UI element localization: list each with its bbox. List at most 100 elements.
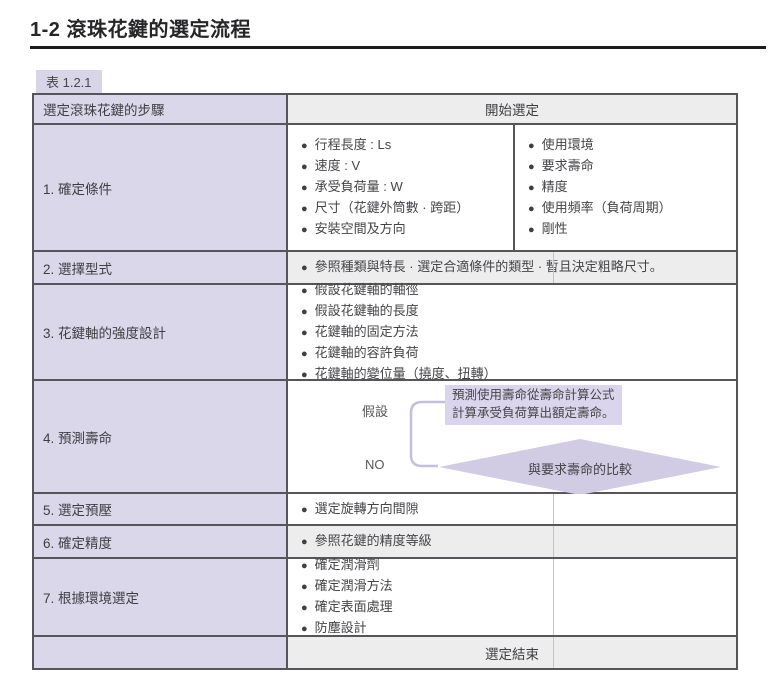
bullet-icon: ●	[301, 158, 308, 177]
bullet-icon: ●	[301, 578, 308, 597]
bullet-item: ●要求壽命	[528, 156, 736, 177]
footer-empty-cell	[34, 637, 288, 668]
bullet-text: 確定潤滑方法	[315, 576, 393, 595]
bullet-item: ● 使用環境	[528, 135, 736, 156]
conditions-right-list: ●使用環境●要求壽命●精度●使用頻率（負荷周期）●剛性	[515, 125, 736, 250]
table-row: 6. 確定精度 ●參照花鍵的精度等級	[34, 524, 736, 557]
flow-connector-line	[411, 402, 446, 466]
accuracy-list: ●參照花鍵的精度等級	[288, 526, 736, 557]
preload-cell: ● 選定旋轉方向間隙	[288, 494, 736, 524]
bullet-icon: ●	[301, 200, 308, 219]
bullet-text: 行程長度 : Ls	[315, 135, 392, 154]
bullet-item: ● 確定表面處理	[301, 597, 736, 618]
bullet-icon: ●	[301, 282, 308, 301]
life-calc-note-line2: 計算承受負荷算出額定壽命。	[452, 405, 615, 423]
bullet-item: ●假設花鍵軸的軸徑	[301, 280, 736, 301]
bullet-item: ● 參照種類與特長 · 選定合適條件的類型 · 暫且決定粗略尺寸。	[301, 257, 663, 278]
bullet-icon: ●	[301, 221, 308, 240]
table-row: 選定滾珠花鍵的步驟 開始選定	[34, 95, 736, 123]
bullet-icon: ●	[528, 200, 535, 219]
table-row: 5. 選定預壓 ● 選定旋轉方向間隙	[34, 492, 736, 524]
selection-end-cell: 選定結束	[288, 637, 736, 668]
hairline-divider	[553, 559, 554, 635]
table-row: 4. 預測壽命 假設 NO 預測使用壽命從壽命計算公式 計算承受負荷算出額定壽命…	[34, 379, 736, 492]
bullet-text: 安裝空間及方向	[315, 219, 406, 238]
strength-design-cell: ●假設花鍵軸的軸徑●假設花鍵軸的長度●花鍵軸的固定方法●花鍵軸的容許負荷●花鍵軸…	[288, 285, 736, 379]
step-label: 5. 選定預壓	[34, 494, 288, 524]
bullet-text: 確定潤滑劑	[315, 555, 380, 574]
bullet-text: 剛性	[542, 219, 568, 238]
hairline-divider	[553, 637, 554, 668]
hairline-divider	[553, 252, 554, 283]
bullet-item: ● 安裝空間及方向	[301, 219, 513, 240]
hairline-divider	[553, 526, 554, 557]
conditions-cell: ●行程長度 : Ls●速度 : V●承受負荷量 : W●尺寸（花鍵外筒數 · 跨…	[288, 125, 736, 250]
selection-end-label: 選定結束	[288, 637, 736, 668]
bullet-item: ● 選定旋轉方向間隙	[301, 499, 419, 520]
bullet-text: 選定旋轉方向間隙	[315, 499, 419, 518]
header-start-cell: 開始選定	[288, 95, 736, 123]
bullet-icon: ●	[301, 345, 308, 364]
bullet-item: ● 假設花鍵軸的長度	[301, 301, 736, 322]
life-calc-note-line1: 預測使用壽命從壽命計算公式	[452, 387, 615, 405]
table-row: 3. 花鍵軸的強度設計 ●假設花鍵軸的軸徑●假設花鍵軸的長度●花鍵軸的固定方法●…	[34, 283, 736, 379]
step-label: 1. 確定條件	[34, 125, 288, 250]
page-title: 1-2 滾珠花鍵的選定流程	[30, 13, 251, 42]
conditions-left-list: ●行程長度 : Ls●速度 : V●承受負荷量 : W●尺寸（花鍵外筒數 · 跨…	[288, 125, 515, 250]
bullet-text: 使用環境	[542, 135, 594, 154]
bullet-item: ● 花鍵軸的容許負荷	[301, 343, 736, 364]
bullet-text: 花鍵軸的固定方法	[315, 322, 419, 341]
bullet-text: 假設花鍵軸的長度	[315, 301, 419, 320]
table-row: 7. 根據環境選定 ●確定潤滑劑●確定潤滑方法●確定表面處理●防塵設計	[34, 557, 736, 635]
bullet-item: ● 承受負荷量 : W	[301, 177, 513, 198]
table-row: 選定結束	[34, 635, 736, 668]
bullet-icon: ●	[301, 259, 308, 278]
type-select-list: ● 參照種類與特長 · 選定合適條件的類型 · 暫且決定粗略尺寸。	[288, 252, 736, 283]
step-label: 4. 預測壽命	[34, 381, 288, 492]
life-prediction-cell: 假設 NO 預測使用壽命從壽命計算公式 計算承受負荷算出額定壽命。 與要求壽命的…	[288, 381, 736, 492]
bullet-icon: ●	[301, 137, 308, 156]
title-underline	[30, 46, 766, 49]
preload-list: ● 選定旋轉方向間隙	[288, 494, 736, 524]
bullet-item: ●參照花鍵的精度等級	[301, 531, 432, 552]
document-page: 1-2 滾珠花鍵的選定流程 表 1.2.1 選定滾珠花鍵的步驟 開始選定 1. …	[0, 0, 770, 683]
table-number-label: 表 1.2.1	[36, 70, 102, 94]
step-label: 2. 選擇型式	[34, 252, 288, 283]
bullet-text: 使用頻率（負荷周期）	[542, 198, 672, 217]
bullet-icon: ●	[301, 179, 308, 198]
bullet-icon: ●	[301, 599, 308, 618]
decision-diamond-label: 與要求壽命的比較	[485, 459, 675, 478]
bullet-text: 精度	[542, 177, 568, 196]
bullet-item: ● 花鍵軸的固定方法	[301, 322, 736, 343]
header-steps-cell: 選定滾珠花鍵的步驟	[34, 95, 288, 123]
bullet-text: 要求壽命	[542, 156, 594, 175]
bullet-item: ● 確定潤滑方法	[301, 576, 736, 597]
assume-label: 假設	[362, 401, 388, 420]
bullet-icon: ●	[301, 501, 308, 520]
bullet-text: 花鍵軸的容許負荷	[315, 343, 419, 362]
table-row: 1. 確定條件 ●行程長度 : Ls●速度 : V●承受負荷量 : W●尺寸（花…	[34, 123, 736, 250]
bullet-text: 參照種類與特長 · 選定合適條件的類型 · 暫且決定粗略尺寸。	[315, 257, 663, 276]
no-label: NO	[365, 457, 385, 472]
bullet-item: ● 行程長度 : Ls	[301, 135, 513, 156]
bullet-icon: ●	[301, 324, 308, 343]
bullet-text: 確定表面處理	[315, 597, 393, 616]
type-select-cell: ● 參照種類與特長 · 選定合適條件的類型 · 暫且決定粗略尺寸。	[288, 252, 736, 283]
bullet-item: ● 精度	[528, 177, 736, 198]
bullet-text: 承受負荷量 : W	[315, 177, 403, 196]
bullet-icon: ●	[301, 303, 308, 322]
bullet-icon: ●	[528, 221, 535, 240]
bullet-icon: ●	[528, 137, 535, 156]
selection-flow-table: 選定滾珠花鍵的步驟 開始選定 1. 確定條件 ●行程長度 : Ls●速度 : V…	[32, 93, 738, 670]
environment-list: ●確定潤滑劑●確定潤滑方法●確定表面處理●防塵設計	[288, 559, 736, 635]
life-calc-note: 預測使用壽命從壽命計算公式 計算承受負荷算出額定壽命。	[445, 385, 622, 425]
bullet-text: 尺寸（花鍵外筒數 · 跨距）	[315, 198, 470, 217]
bullet-icon: ●	[301, 533, 308, 552]
bullet-icon: ●	[528, 179, 535, 198]
bullet-text: 防塵設計	[315, 618, 367, 637]
step-label: 3. 花鍵軸的強度設計	[34, 285, 288, 379]
environment-cell: ●確定潤滑劑●確定潤滑方法●確定表面處理●防塵設計	[288, 559, 736, 635]
bullet-item: ●防塵設計	[301, 618, 736, 639]
bullet-item: ● 尺寸（花鍵外筒數 · 跨距）	[301, 198, 513, 219]
accuracy-cell: ●參照花鍵的精度等級	[288, 526, 736, 557]
